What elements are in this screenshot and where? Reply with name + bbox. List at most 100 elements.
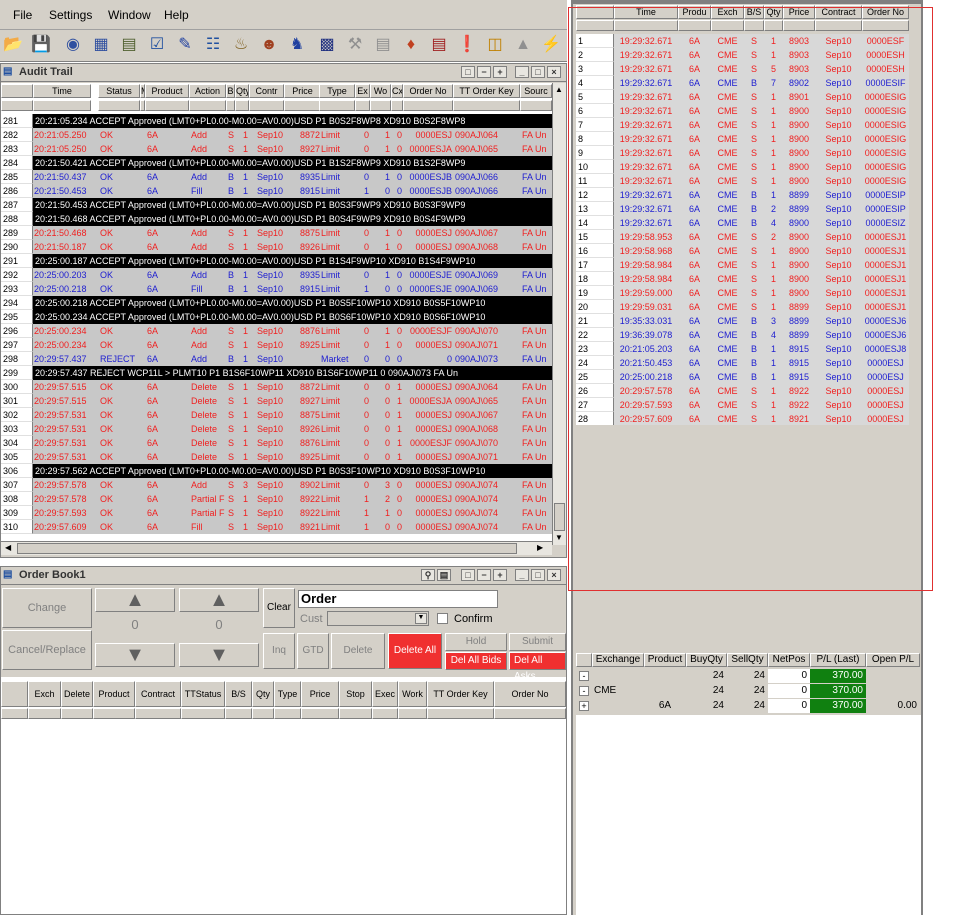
column-filter[interactable] (319, 100, 355, 111)
table-row[interactable]: 13 19:29:32.671 6A CME B 2 8899 Sep10 0000ESIP (576, 202, 909, 216)
qty-down-button[interactable]: ▼ (179, 643, 259, 667)
scroll-down-icon[interactable]: ▼ (555, 533, 563, 542)
column-filter[interactable] (678, 20, 711, 31)
column-filter[interactable] (249, 100, 284, 111)
column-filter[interactable] (235, 100, 249, 111)
table-row[interactable]: 310 20:29:57.609 OK 6A Fill S 1 Sep10 8921 Limit 1… (1, 520, 552, 534)
ruler-icon[interactable]: ▤ (372, 34, 394, 56)
table-row[interactable]: 4 19:29:32.671 6A CME B 7 8902 Sep10 0000ESIF (576, 76, 909, 90)
table-row[interactable]: 3 19:29:32.671 6A CME S 5 8903 Sep10 0000ESH (576, 62, 909, 76)
table-row[interactable]: 306 20:29:57.562 ACCEPT Approved (LMT0+PL… (1, 464, 552, 478)
table-row[interactable]: 27 20:29:57.593 6A CME S 1 8922 Sep10 0000ESJ (576, 398, 909, 412)
column-header[interactable]: Type (319, 84, 355, 98)
expand-toggle-icon[interactable]: + (579, 701, 589, 711)
table-row[interactable]: 295 20:25:00.234 ACCEPT Approved (LMT0+PL… (1, 310, 552, 324)
table-row[interactable]: 26 20:29:57.578 6A CME S 1 8922 Sep10 0000ESJ (576, 384, 909, 398)
column-header[interactable]: Qty (252, 681, 274, 707)
column-header[interactable]: Type (274, 681, 301, 707)
column-header[interactable]: TTStatus (181, 681, 225, 707)
column-filter[interactable] (226, 100, 235, 111)
change-button[interactable]: Change (2, 588, 92, 628)
table-row[interactable]: 308 20:29:57.578 OK 6A Partial F S 1 Sep10 8922 L… (1, 492, 552, 506)
column-header[interactable]: Time (614, 5, 678, 19)
column-filter[interactable] (145, 100, 189, 111)
table-row[interactable]: 300 20:29:57.515 OK 6A Delete S 1 Sep10 8872 Limi… (1, 380, 552, 394)
column-header[interactable]: Price (301, 681, 339, 707)
close-icon[interactable]: × (547, 569, 561, 581)
price-up-button[interactable]: ▲ (95, 588, 175, 612)
column-header[interactable]: Exch (711, 5, 744, 19)
table-row[interactable]: 303 20:29:57.531 OK 6A Delete S 1 Sep10 8926 Limi… (1, 422, 552, 436)
scroll-thumb[interactable] (554, 503, 565, 531)
plug-icon[interactable]: ⚡ (540, 34, 562, 56)
column-header[interactable]: Price (284, 84, 321, 98)
scroll-up-icon[interactable]: ▲ (555, 85, 563, 94)
column-filter[interactable] (372, 708, 398, 719)
column-filter[interactable] (274, 708, 301, 719)
plus-small-icon[interactable]: + (493, 569, 507, 581)
table-row[interactable]: 15 19:29:58.953 6A CME S 2 8900 Sep10 0000ESJ1 (576, 230, 909, 244)
print-icon[interactable]: ▤ (437, 569, 451, 581)
table-row[interactable]: 28 20:29:57.609 6A CME S 1 8921 Sep10 0000ESJ (576, 412, 909, 425)
column-header[interactable]: Ex (355, 84, 370, 98)
book-icon[interactable]: ▤ (118, 34, 140, 56)
column-header[interactable]: Contract (815, 5, 862, 19)
column-header[interactable]: Qty (235, 84, 249, 98)
table-row[interactable]: 302 20:29:57.531 OK 6A Delete S 1 Sep10 8875 Limi… (1, 408, 552, 422)
table-row[interactable]: 25 20:25:00.218 6A CME B 1 8915 Sep10 0000ESJ (576, 370, 909, 384)
column-header[interactable]: P/L (Last) (810, 653, 866, 667)
column-filter[interactable] (520, 100, 552, 111)
column-filter[interactable] (93, 708, 135, 719)
table-row[interactable]: 7 19:29:32.671 6A CME S 1 8900 Sep10 0000ESIG (576, 118, 909, 132)
table-row[interactable]: 304 20:29:57.531 OK 6A Delete S 1 Sep10 8876 Limi… (1, 436, 552, 450)
gavel-icon[interactable]: ⚒ (344, 34, 366, 56)
save-icon[interactable]: 💾 (30, 34, 52, 56)
hold-button[interactable]: Hold (445, 633, 507, 651)
eraser-icon[interactable]: ♦ (400, 34, 422, 56)
scroll-left-icon[interactable]: ◀ (5, 543, 11, 552)
confirm-checkbox[interactable] (437, 613, 448, 624)
column-header[interactable]: BuyQty (686, 653, 727, 667)
submit-button[interactable]: Submit (509, 633, 566, 651)
column-header[interactable]: SellQty (727, 653, 768, 667)
column-filter[interactable] (427, 708, 494, 719)
table-row[interactable]: 289 20:21:50.468 OK 6A Add S 1 Sep10 8875 Limit 0 1… (1, 226, 552, 240)
table-row[interactable]: 23 20:21:05.203 6A CME B 1 8915 Sep10 0000ESJ8 (576, 342, 909, 356)
table-row[interactable]: 305 20:29:57.531 OK 6A Delete S 1 Sep10 8925 Limi… (1, 450, 552, 464)
column-filter[interactable] (301, 708, 339, 719)
minus-small-icon[interactable]: − (477, 66, 491, 78)
column-header[interactable]: Order No (403, 84, 453, 98)
open-folder-icon[interactable]: 📂 (2, 34, 24, 56)
table-row[interactable]: 294 20:25:00.218 ACCEPT Approved (LMT0+PL… (1, 296, 552, 310)
chart-icon[interactable]: ▲ (512, 34, 534, 56)
clear-button[interactable]: Clear (263, 588, 295, 628)
table-row[interactable]: 22 19:36:39.078 6A CME B 4 8899 Sep10 0000ESJ6 (576, 328, 909, 342)
hscroll-thumb[interactable] (17, 543, 517, 554)
abacus-icon[interactable]: ▤ (428, 34, 450, 56)
table-row[interactable]: 12 19:29:32.671 6A CME B 1 8899 Sep10 0000ESIP (576, 188, 909, 202)
table-row[interactable]: 297 20:25:00.234 OK 6A Add S 1 Sep10 8925 Limit 0 1… (1, 338, 552, 352)
menu-file[interactable]: File (13, 8, 32, 22)
column-header[interactable]: Delete (61, 681, 93, 707)
column-header[interactable]: NetPos (768, 653, 810, 667)
gtd-button[interactable]: GTD (297, 633, 329, 669)
column-header[interactable]: TT Order Key (453, 84, 520, 98)
column-filter[interactable] (355, 100, 370, 111)
column-header[interactable]: Contract (135, 681, 181, 707)
table-row[interactable]: 9 19:29:32.671 6A CME S 1 8900 Sep10 0000ESIG (576, 146, 909, 160)
column-header[interactable]: B/S (225, 681, 252, 707)
table-row[interactable]: 20 19:29:59.031 6A CME S 1 8899 Sep10 0000ESJ1 (576, 300, 909, 314)
column-filter[interactable] (453, 100, 520, 111)
table-row[interactable]: 309 20:29:57.593 OK 6A Partial F S 1 Sep10 8922 L… (1, 506, 552, 520)
position-row[interactable]: - CME 24 24 0 370.00 (576, 684, 921, 699)
column-header[interactable]: TT Order Key (427, 681, 494, 707)
cust-select[interactable]: ▼ (327, 611, 429, 626)
column-filter[interactable] (711, 20, 744, 31)
bell-icon[interactable]: ♨ (230, 34, 252, 56)
table-row[interactable]: 16 19:29:58.968 6A CME S 1 8900 Sep10 0000ESJ1 (576, 244, 909, 258)
expand-toggle-icon[interactable]: - (579, 671, 589, 681)
inq-button[interactable]: Inq (263, 633, 295, 669)
column-header[interactable]: Contr (249, 84, 284, 98)
table-row[interactable]: 298 20:29:57.437 REJECT 6A Add B 1 Sep10 Market 0… (1, 352, 552, 366)
column-filter[interactable] (614, 20, 678, 31)
